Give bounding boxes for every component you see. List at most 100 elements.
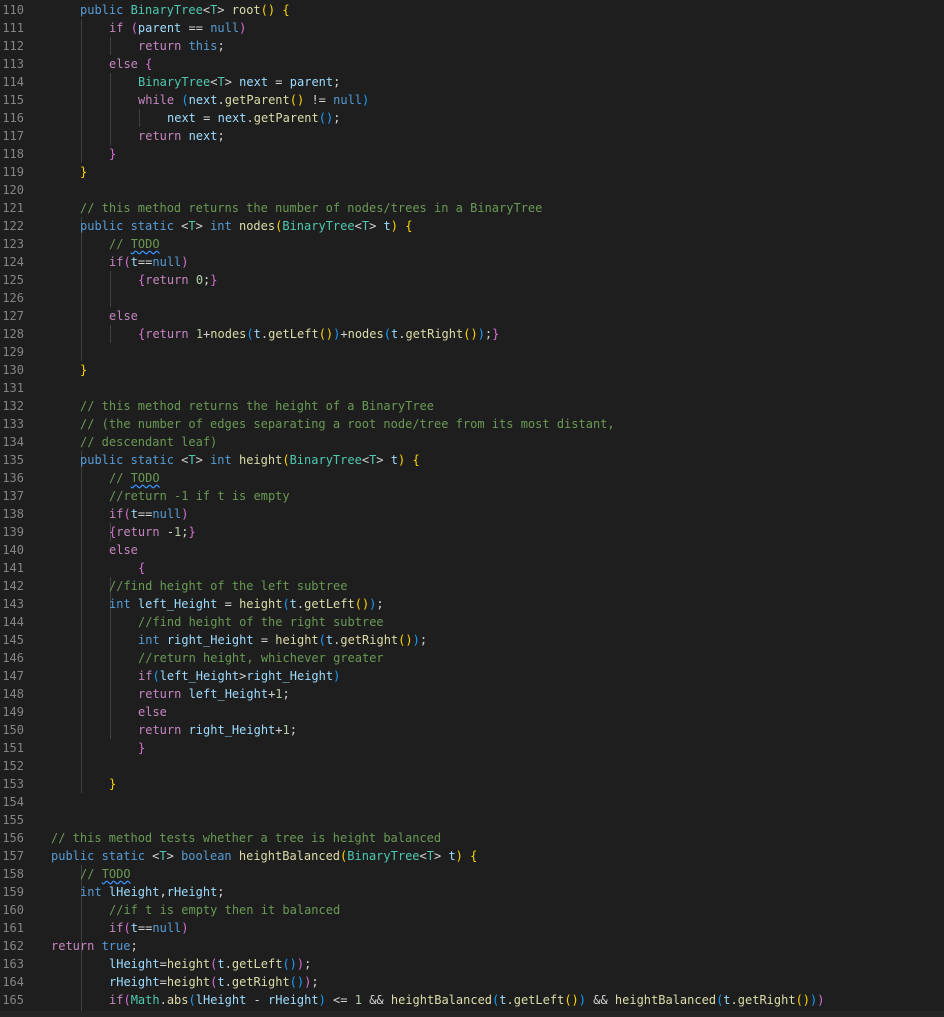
code-line[interactable]: 146 //return height, whichever greater — [0, 649, 944, 667]
code-line[interactable]: 165 if(Math.abs(lHeight - rHeight) <= 1 &… — [0, 991, 944, 1009]
code-line[interactable]: 127 else — [0, 307, 944, 325]
code-text[interactable]: int lHeight,rHeight; — [80, 883, 225, 901]
code-line[interactable]: 149 else — [0, 703, 944, 721]
code-text[interactable]: //return -1 if t is empty — [109, 487, 290, 505]
code-line[interactable]: 128 {return 1+nodes(t.getLeft())+nodes(t.… — [0, 325, 944, 343]
code-text[interactable]: return this; — [138, 37, 225, 55]
code-text[interactable]: else — [138, 703, 167, 721]
code-line[interactable]: 112 return this; — [0, 37, 944, 55]
code-text[interactable]: public static <T> int height(BinaryTree<… — [80, 451, 420, 469]
code-text[interactable]: next = next.getParent(); — [167, 109, 340, 127]
code-text[interactable]: if(t==null) — [109, 253, 189, 271]
code-text[interactable]: rHeight=height(t.getRight()); — [109, 973, 319, 991]
code-text[interactable]: } — [109, 145, 116, 163]
code-line[interactable]: 147 if(left_Height>right_Height) — [0, 667, 944, 685]
code-line[interactable]: 137 //return -1 if t is empty — [0, 487, 944, 505]
code-text[interactable]: int right_Height = height(t.getRight()); — [138, 631, 427, 649]
code-line[interactable]: 142 //find height of the left subtree — [0, 577, 944, 595]
code-text[interactable]: if(t==null) — [109, 505, 189, 523]
code-text[interactable]: return next; — [138, 127, 225, 145]
code-text[interactable]: // TODO — [109, 469, 160, 487]
code-line[interactable]: 122 public static <T> int nodes(BinaryTre… — [0, 217, 944, 235]
code-text[interactable]: // this method returns the height of a B… — [80, 397, 434, 415]
code-line[interactable]: 161 if(t==null) — [0, 919, 944, 937]
code-line[interactable]: 121 // this method returns the number of … — [0, 199, 944, 217]
code-text[interactable]: public static <T> boolean heightBalanced… — [51, 847, 477, 865]
code-line[interactable]: 114 BinaryTree<T> next = parent; — [0, 73, 944, 91]
code-line[interactable]: 117 return next; — [0, 127, 944, 145]
code-line[interactable]: 155 — [0, 811, 944, 829]
code-text[interactable]: // descendant leaf) — [80, 433, 217, 451]
code-text[interactable]: } — [138, 739, 145, 757]
code-line[interactable]: 152 — [0, 757, 944, 775]
code-line[interactable]: 116 next = next.getParent(); — [0, 109, 944, 127]
code-line[interactable]: 113 else { — [0, 55, 944, 73]
code-line[interactable]: 110 public BinaryTree<T> root() { — [0, 1, 944, 19]
code-line[interactable]: 154 — [0, 793, 944, 811]
code-text[interactable]: // TODO — [80, 865, 131, 883]
code-text[interactable]: {return 0;} — [138, 271, 218, 289]
horizontal-scrollbar[interactable] — [0, 1011, 944, 1017]
code-text[interactable]: } — [109, 775, 116, 793]
code-line[interactable]: 156 // this method tests whether a tree i… — [0, 829, 944, 847]
code-line[interactable]: 164 rHeight=height(t.getRight()); — [0, 973, 944, 991]
code-text[interactable]: {return -1;} — [109, 523, 196, 541]
code-text[interactable]: else { — [109, 55, 152, 73]
code-text[interactable]: else — [109, 307, 138, 325]
code-text[interactable]: return right_Height+1; — [138, 721, 297, 739]
code-line[interactable]: 124 if(t==null) — [0, 253, 944, 271]
code-line[interactable]: 144 //find height of the right subtree — [0, 613, 944, 631]
code-text[interactable]: //return height, whichever greater — [138, 649, 384, 667]
code-text[interactable]: if(Math.abs(lHeight - rHeight) <= 1 && h… — [109, 991, 824, 1009]
code-line[interactable]: 126 — [0, 289, 944, 307]
code-text[interactable]: public BinaryTree<T> root() { — [80, 1, 290, 19]
code-line[interactable]: 135 public static <T> int height(BinaryTr… — [0, 451, 944, 469]
code-text[interactable]: else — [109, 541, 138, 559]
code-text[interactable]: if (parent == null) — [109, 19, 246, 37]
code-text[interactable]: //if t is empty then it balanced — [109, 901, 340, 919]
code-text[interactable]: lHeight=height(t.getLeft()); — [109, 955, 311, 973]
code-line[interactable]: 151} — [0, 739, 944, 757]
code-line[interactable]: 115 while (next.getParent() != null) — [0, 91, 944, 109]
code-text[interactable]: // this method returns the number of nod… — [80, 199, 542, 217]
code-editor[interactable]: 110 public BinaryTree<T> root() {111 if (p… — [0, 0, 944, 1017]
code-text[interactable]: {return 1+nodes(t.getLeft())+nodes(t.get… — [138, 325, 499, 343]
code-line[interactable]: 143 int left_Height = height(t.getLeft())… — [0, 595, 944, 613]
code-line[interactable]: 123 // TODO — [0, 235, 944, 253]
code-line[interactable]: 138 if(t==null) — [0, 505, 944, 523]
code-line[interactable]: 134 // descendant leaf) — [0, 433, 944, 451]
code-text[interactable]: if(t==null) — [109, 919, 189, 937]
code-text[interactable]: } — [80, 361, 87, 379]
code-line[interactable]: 119} — [0, 163, 944, 181]
code-line[interactable]: 162 return true; — [0, 937, 944, 955]
code-line[interactable]: 118} — [0, 145, 944, 163]
code-line[interactable]: 145 int right_Height = height(t.getRight(… — [0, 631, 944, 649]
code-line[interactable]: 120 — [0, 181, 944, 199]
code-line[interactable]: 125 {return 0;} — [0, 271, 944, 289]
code-line[interactable]: 139 {return -1;} — [0, 523, 944, 541]
code-text[interactable]: while (next.getParent() != null) — [138, 91, 369, 109]
code-text[interactable]: int left_Height = height(t.getLeft()); — [109, 595, 384, 613]
code-text[interactable]: public static <T> int nodes(BinaryTree<T… — [80, 217, 412, 235]
code-text[interactable]: //find height of the left subtree — [109, 577, 347, 595]
code-text[interactable]: BinaryTree<T> next = parent; — [138, 73, 340, 91]
code-line[interactable]: 148 return left_Height+1; — [0, 685, 944, 703]
code-line[interactable]: 160 //if t is empty then it balanced — [0, 901, 944, 919]
code-line[interactable]: 157 public static <T> boolean heightBalan… — [0, 847, 944, 865]
code-text[interactable]: //find height of the right subtree — [138, 613, 384, 631]
code-line[interactable]: 130} — [0, 361, 944, 379]
code-line[interactable]: 111 if (parent == null) — [0, 19, 944, 37]
code-line[interactable]: 140 else — [0, 541, 944, 559]
code-line[interactable]: 136 // TODO — [0, 469, 944, 487]
code-text[interactable]: } — [80, 163, 87, 181]
code-line[interactable]: 131 — [0, 379, 944, 397]
code-line[interactable]: 150 return right_Height+1; — [0, 721, 944, 739]
code-text[interactable]: // TODO — [109, 235, 160, 253]
code-line[interactable]: 129 — [0, 343, 944, 361]
code-line[interactable]: 158 // TODO — [0, 865, 944, 883]
code-text[interactable]: return true; — [51, 937, 138, 955]
code-text[interactable]: // this method tests whether a tree is h… — [51, 829, 441, 847]
code-line[interactable]: 141 { — [0, 559, 944, 577]
code-text[interactable]: if(left_Height>right_Height) — [138, 667, 340, 685]
code-line[interactable]: 153} — [0, 775, 944, 793]
